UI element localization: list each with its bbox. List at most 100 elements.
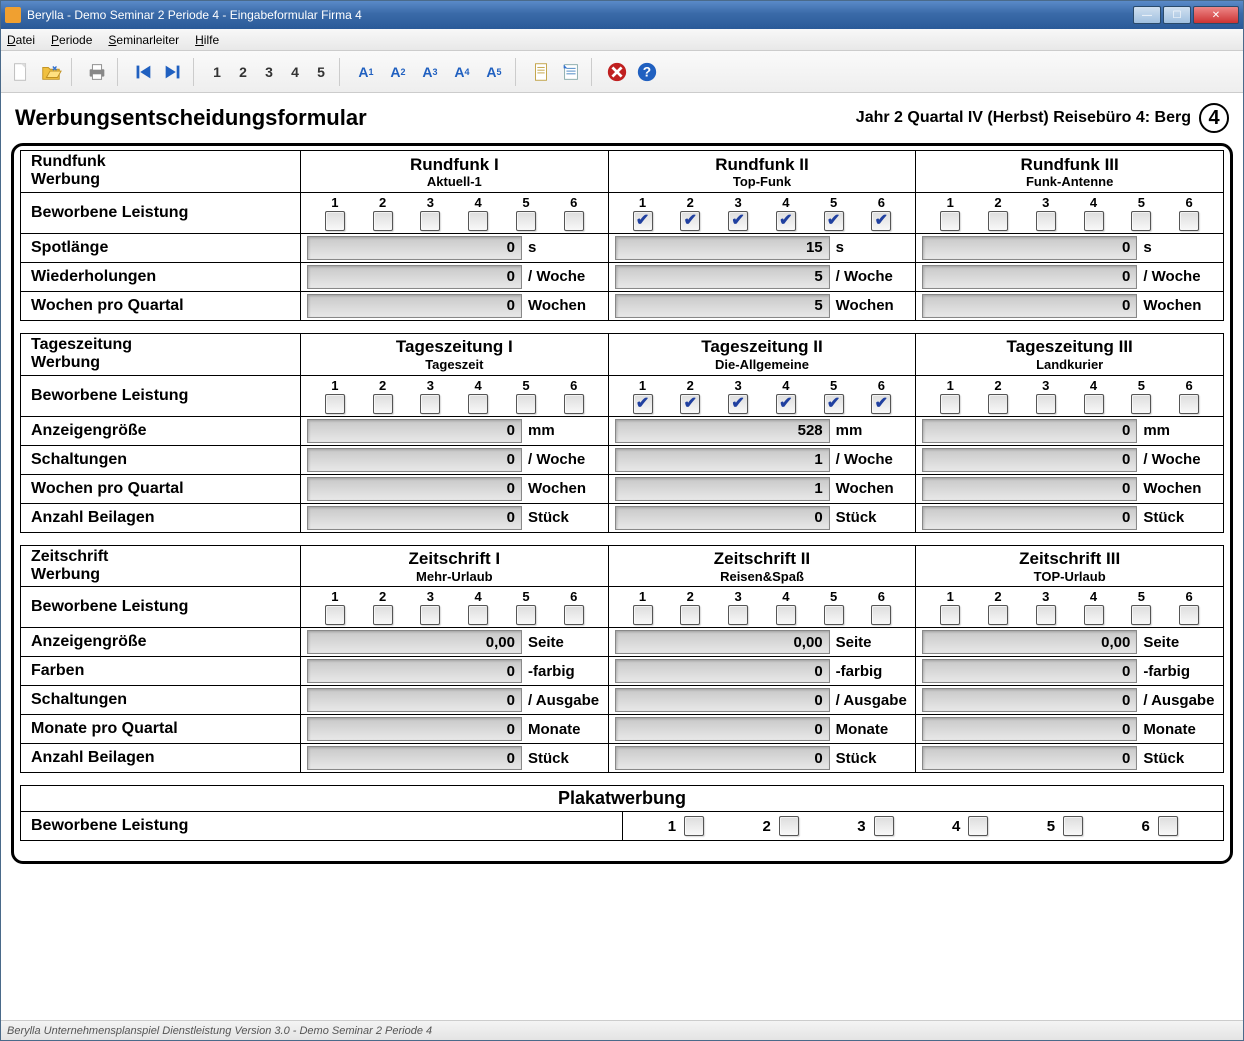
- tageszeitung-row4-col2-input[interactable]: [922, 506, 1137, 530]
- rundfunk-col2-check-4[interactable]: [1084, 211, 1104, 231]
- tageszeitung-col0-check-4[interactable]: [468, 394, 488, 414]
- rundfunk-row3-col1-input[interactable]: [615, 294, 830, 318]
- tageszeitung-col0-check-2[interactable]: [373, 394, 393, 414]
- error-icon[interactable]: [603, 56, 631, 88]
- tageszeitung-col2-check-3[interactable]: [1036, 394, 1056, 414]
- zeitschrift-row2-col2-input[interactable]: [922, 659, 1137, 683]
- zeitschrift-col2-check-4[interactable]: [1084, 605, 1104, 625]
- rundfunk-row1-col0-input[interactable]: [307, 236, 522, 260]
- tageszeitung-row1-col0-input[interactable]: [307, 419, 522, 443]
- zeitschrift-col0-check-1[interactable]: [325, 605, 345, 625]
- rundfunk-row2-col1-input[interactable]: [615, 265, 830, 289]
- tageszeitung-col0-check-1[interactable]: [325, 394, 345, 414]
- zeitschrift-col2-check-2[interactable]: [988, 605, 1008, 625]
- rundfunk-col2-check-5[interactable]: [1131, 211, 1151, 231]
- tageszeitung-col1-check-4[interactable]: [776, 394, 796, 414]
- toolbar-a3[interactable]: A3: [415, 56, 445, 88]
- tageszeitung-col0-check-5[interactable]: [516, 394, 536, 414]
- nav-last-icon[interactable]: [159, 56, 187, 88]
- rundfunk-row3-col0-input[interactable]: [307, 294, 522, 318]
- rundfunk-row3-col2-input[interactable]: [922, 294, 1137, 318]
- tageszeitung-col1-check-3[interactable]: [728, 394, 748, 414]
- plakat-check-4[interactable]: [968, 816, 988, 836]
- rundfunk-col2-check-1[interactable]: [940, 211, 960, 231]
- zeitschrift-col1-check-5[interactable]: [824, 605, 844, 625]
- toolbar-num-3[interactable]: 3: [257, 56, 281, 88]
- plakat-check-6[interactable]: [1158, 816, 1178, 836]
- rundfunk-col0-check-3[interactable]: [420, 211, 440, 231]
- tageszeitung-row2-col1-input[interactable]: [615, 448, 830, 472]
- zeitschrift-row4-col0-input[interactable]: [307, 717, 522, 741]
- menu-hilfe[interactable]: Hilfe: [195, 33, 219, 47]
- tageszeitung-col0-check-6[interactable]: [564, 394, 584, 414]
- tageszeitung-col2-check-1[interactable]: [940, 394, 960, 414]
- menu-periode[interactable]: Periode: [51, 33, 92, 47]
- tageszeitung-row3-col0-input[interactable]: [307, 477, 522, 501]
- zeitschrift-row2-col0-input[interactable]: [307, 659, 522, 683]
- plakat-check-2[interactable]: [779, 816, 799, 836]
- zeitschrift-col1-check-4[interactable]: [776, 605, 796, 625]
- zeitschrift-row3-col1-input[interactable]: [615, 688, 830, 712]
- rundfunk-col0-check-1[interactable]: [325, 211, 345, 231]
- toolbar-num-1[interactable]: 1: [205, 56, 229, 88]
- rundfunk-col2-check-3[interactable]: [1036, 211, 1056, 231]
- rundfunk-col0-check-2[interactable]: [373, 211, 393, 231]
- zeitschrift-col1-check-2[interactable]: [680, 605, 700, 625]
- rundfunk-col1-check-3[interactable]: [728, 211, 748, 231]
- rundfunk-col0-check-6[interactable]: [564, 211, 584, 231]
- tageszeitung-row3-col2-input[interactable]: [922, 477, 1137, 501]
- zeitschrift-row1-col0-input[interactable]: [307, 630, 522, 654]
- zeitschrift-row5-col1-input[interactable]: [615, 746, 830, 770]
- toolbar-a5[interactable]: A5: [479, 56, 509, 88]
- plakat-check-5[interactable]: [1063, 816, 1083, 836]
- zeitschrift-col0-check-5[interactable]: [516, 605, 536, 625]
- zeitschrift-col2-check-5[interactable]: [1131, 605, 1151, 625]
- zeitschrift-row5-col2-input[interactable]: [922, 746, 1137, 770]
- tageszeitung-row1-col1-input[interactable]: [615, 419, 830, 443]
- toolbar-num-5[interactable]: 5: [309, 56, 333, 88]
- toolbar-a2[interactable]: A2: [383, 56, 413, 88]
- rundfunk-row1-col2-input[interactable]: [922, 236, 1137, 260]
- zeitschrift-col0-check-2[interactable]: [373, 605, 393, 625]
- rundfunk-row2-col0-input[interactable]: [307, 265, 522, 289]
- zeitschrift-row5-col0-input[interactable]: [307, 746, 522, 770]
- help-icon[interactable]: ?: [633, 56, 661, 88]
- tageszeitung-col2-check-4[interactable]: [1084, 394, 1104, 414]
- minimize-button[interactable]: —: [1133, 6, 1161, 24]
- toolbar-num-4[interactable]: 4: [283, 56, 307, 88]
- tageszeitung-row1-col2-input[interactable]: [922, 419, 1137, 443]
- plakat-check-1[interactable]: [684, 816, 704, 836]
- zeitschrift-row4-col2-input[interactable]: [922, 717, 1137, 741]
- tageszeitung-col1-check-2[interactable]: [680, 394, 700, 414]
- rundfunk-col2-check-6[interactable]: [1179, 211, 1199, 231]
- toolbar-num-2[interactable]: 2: [231, 56, 255, 88]
- rundfunk-row1-col1-input[interactable]: [615, 236, 830, 260]
- tageszeitung-row4-col0-input[interactable]: [307, 506, 522, 530]
- zeitschrift-row1-col1-input[interactable]: [615, 630, 830, 654]
- zeitschrift-col0-check-6[interactable]: [564, 605, 584, 625]
- tageszeitung-col0-check-3[interactable]: [420, 394, 440, 414]
- tageszeitung-row3-col1-input[interactable]: [615, 477, 830, 501]
- tageszeitung-row2-col2-input[interactable]: [922, 448, 1137, 472]
- list-icon[interactable]: [557, 56, 585, 88]
- maximize-button[interactable]: ☐: [1163, 6, 1191, 24]
- zeitschrift-col0-check-4[interactable]: [468, 605, 488, 625]
- tageszeitung-col1-check-5[interactable]: [824, 394, 844, 414]
- rundfunk-col0-check-4[interactable]: [468, 211, 488, 231]
- rundfunk-col0-check-5[interactable]: [516, 211, 536, 231]
- zeitschrift-col0-check-3[interactable]: [420, 605, 440, 625]
- tageszeitung-row4-col1-input[interactable]: [615, 506, 830, 530]
- tageszeitung-row2-col0-input[interactable]: [307, 448, 522, 472]
- zeitschrift-col1-check-6[interactable]: [871, 605, 891, 625]
- open-folder-icon[interactable]: [37, 56, 65, 88]
- tageszeitung-col2-check-6[interactable]: [1179, 394, 1199, 414]
- zeitschrift-col2-check-3[interactable]: [1036, 605, 1056, 625]
- tageszeitung-col2-check-2[interactable]: [988, 394, 1008, 414]
- zeitschrift-col2-check-6[interactable]: [1179, 605, 1199, 625]
- zeitschrift-col1-check-3[interactable]: [728, 605, 748, 625]
- plakat-check-3[interactable]: [874, 816, 894, 836]
- toolbar-a1[interactable]: A1: [351, 56, 381, 88]
- rundfunk-col1-check-6[interactable]: [871, 211, 891, 231]
- rundfunk-col1-check-1[interactable]: [633, 211, 653, 231]
- rundfunk-col1-check-2[interactable]: [680, 211, 700, 231]
